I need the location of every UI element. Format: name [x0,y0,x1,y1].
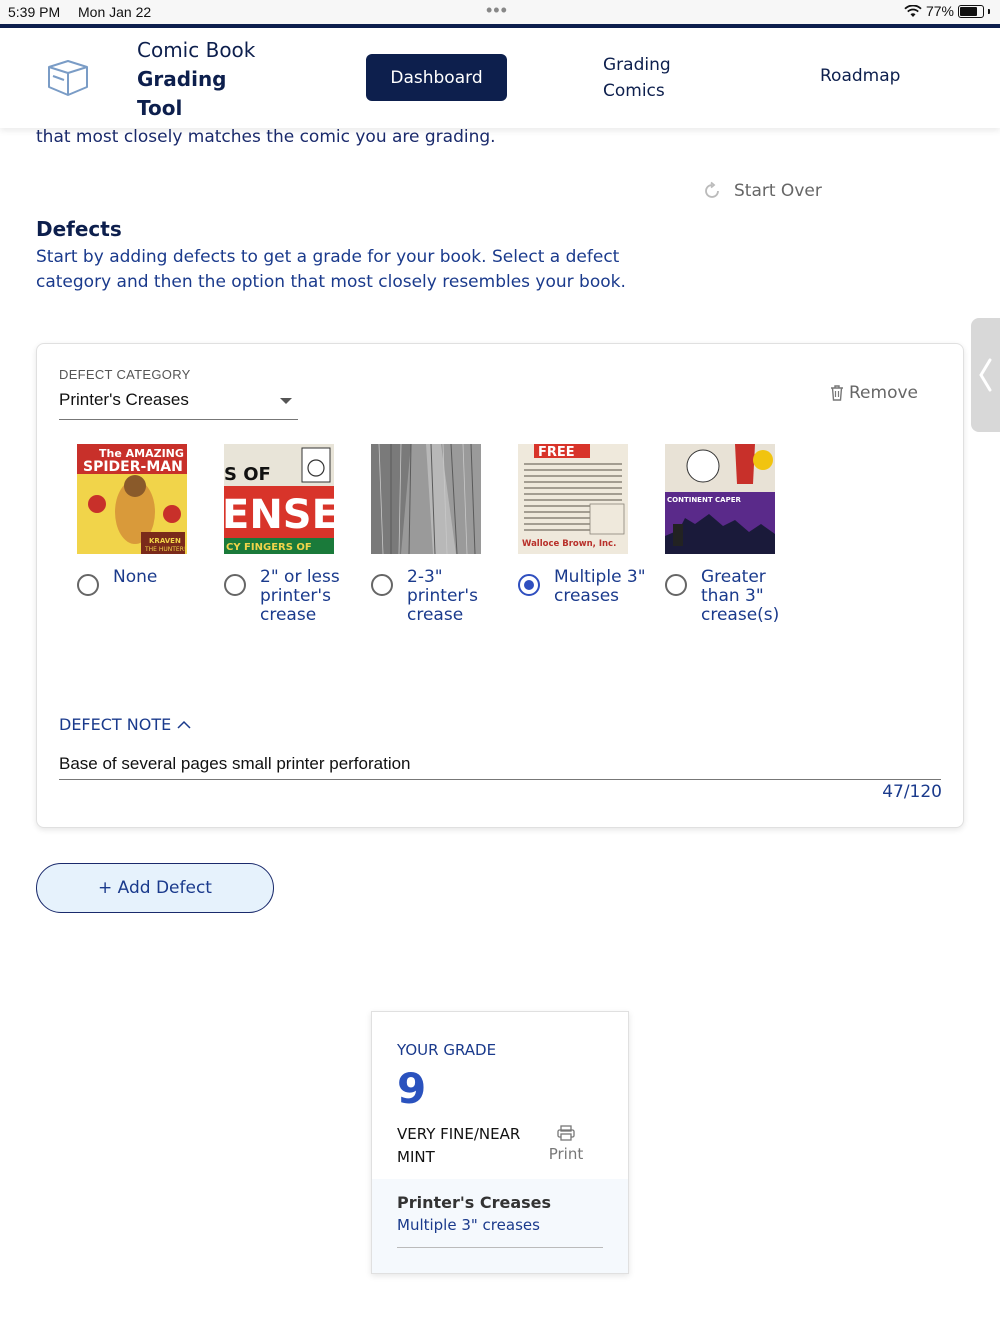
grade-description: VERY FINE/NEAR MINT [397,1125,521,1166]
grade-card: YOUR GRADE 9 VERY FINE/NEAR MINT Print P… [371,1011,629,1274]
radio-button[interactable] [77,574,99,596]
defect-category-select[interactable]: Printer's Creases [59,390,298,420]
nav-grading-comics-link[interactable]: Grading Comics [603,52,703,104]
thumb1-kraven: KRAVEN [149,537,181,545]
grade-detail-category: Printer's Creases [397,1193,552,1212]
crease-photo-thumbnail[interactable] [371,444,481,554]
option-2-3in-radio-row[interactable]: 2-3" printer's crease [371,568,511,625]
app-title[interactable]: Comic Book Grading Tool [137,36,255,123]
nav-roadmap-link[interactable]: Roadmap [820,66,900,86]
side-drawer-handle[interactable] [971,318,1000,432]
option-label: 2" or less printer's crease [260,567,340,625]
comic-thumbnail-spiderman[interactable]: The AMAZING SPIDER-MAN KRAVEN THE HUNTER… [77,444,187,554]
intro-text: that most closely matches the comic you … [36,127,496,147]
status-time: 5:39 PM [8,4,61,20]
start-over-label: Start Over [734,181,822,201]
divider [397,1247,603,1248]
option-multiple-radio-row[interactable]: Multiple 3" creases [518,568,658,606]
printer-icon [557,1125,575,1141]
note-character-count: 47/120 [882,782,942,802]
refresh-icon [705,181,719,198]
app-header: Comic Book Grading Tool Dashboard Gradin… [0,28,1000,128]
thumb4-free: FREE [538,445,575,460]
defect-category-label: DEFECT CATEGORY [59,367,191,382]
app-title-line1: Comic Book [137,38,256,62]
battery-tip [988,8,990,14]
battery-icon [958,4,984,18]
add-defect-button[interactable]: + Add Defect [36,863,274,913]
thumb5-caper: CONTINENT CAPER [667,496,742,504]
box-logo-icon[interactable] [46,58,90,98]
option-multiple-3in: FREE Walloce Brown, Inc. Multiple 3" cre… [518,444,658,606]
option-2in-or-less: S OF ENSE CY FINGERS OF 2" or less print… [224,444,364,625]
start-over-button[interactable]: Start Over [702,181,822,201]
option-label: None [113,567,158,587]
status-date: Mon Jan 22 [78,4,152,20]
your-grade-label: YOUR GRADE [397,1041,497,1059]
defect-note-toggle[interactable]: DEFECT NOTE [59,715,191,734]
option-label: Greater than 3" crease(s) [701,567,780,625]
chevron-left-icon [979,358,992,392]
defect-category-value: Printer's Creases [59,390,189,409]
thumb1-title: SPIDER-MAN [83,459,183,475]
option-2in-radio-row[interactable]: 2" or less printer's crease [224,568,364,625]
option-2-3in: 2-3" printer's crease [371,444,511,625]
option-none: The AMAZING SPIDER-MAN KRAVEN THE HUNTER… [77,444,217,596]
grade-value: 9 [397,1064,427,1113]
grade-detail-option: Multiple 3" creases [397,1216,540,1234]
radio-button[interactable] [665,574,687,596]
thumb2-title-big: ENSE [224,492,334,538]
comic-thumbnail-caper[interactable]: CONTINENT CAPER [665,444,775,554]
caret-down-icon [280,398,292,404]
thumb4-brand: Walloce Brown, Inc. [522,539,616,549]
defects-description: Start by adding defects to get a grade f… [36,247,626,292]
nav-dashboard-button[interactable]: Dashboard [366,54,507,101]
comic-thumbnail-suspense[interactable]: S OF ENSE CY FINGERS OF [224,444,334,554]
option-greater-than-3in: CONTINENT CAPER Greater than 3" crease(s… [665,444,805,625]
print-label: Print [548,1145,584,1163]
thumb2-subtitle: CY FINGERS OF [226,542,312,553]
app-title-line3: Tool [137,96,183,120]
defects-heading: Defects [36,217,122,241]
radio-button[interactable] [224,574,246,596]
advertisement-page-thumbnail[interactable]: FREE Walloce Brown, Inc. [518,444,628,554]
print-button[interactable]: Print [548,1123,584,1163]
defect-note-input[interactable] [59,749,941,780]
trash-icon [831,385,843,401]
option-greater-radio-row[interactable]: Greater than 3" crease(s) [665,568,805,625]
option-label: 2-3" printer's crease [407,567,478,625]
defect-card: DEFECT CATEGORY Printer's Creases Remove… [36,343,964,828]
multitasking-dots-icon[interactable]: ••• [486,0,508,21]
option-none-radio-row[interactable]: None [77,568,217,596]
radio-button[interactable] [371,574,393,596]
thumb2-title-top: S OF [224,464,271,485]
defect-note-label: DEFECT NOTE [59,715,172,734]
wifi-icon [904,4,922,17]
app-title-line2: Grading [137,67,227,91]
status-bar: 5:39 PM Mon Jan 22 ••• 77% [0,0,1000,24]
remove-label: Remove [849,383,918,403]
grade-detail-section: Printer's Creases Multiple 3" creases [372,1179,628,1273]
option-label: Multiple 3" creases [554,567,646,606]
radio-button-checked[interactable] [518,574,540,596]
battery-percent: 77% [925,3,954,19]
thumb1-hunter: THE HUNTER! [144,546,186,553]
chevron-up-icon [177,720,191,729]
remove-defect-button[interactable]: Remove [830,383,918,403]
status-right: 77% [904,3,990,19]
